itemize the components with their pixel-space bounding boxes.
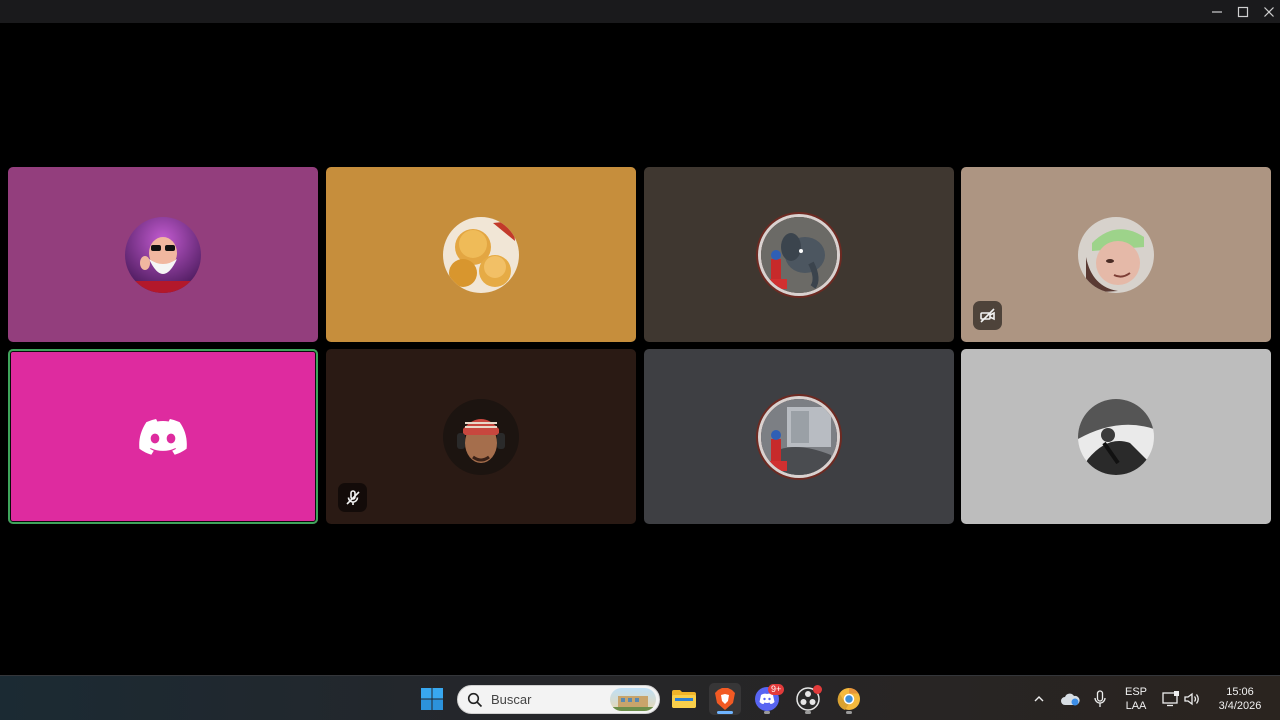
volume-button[interactable] bbox=[1180, 683, 1204, 715]
participant-tile-4[interactable] bbox=[961, 167, 1271, 342]
muted-indicator bbox=[338, 483, 367, 512]
participant-tile-6[interactable] bbox=[326, 349, 636, 524]
search-placeholder: Buscar bbox=[491, 692, 532, 707]
obs-studio-button[interactable] bbox=[792, 683, 824, 715]
network-display-icon bbox=[1162, 691, 1179, 707]
car-interior-avatar bbox=[761, 398, 837, 475]
speaker-icon bbox=[1184, 692, 1199, 706]
search-highlight-image bbox=[610, 688, 656, 711]
participant-tile-8[interactable] bbox=[961, 349, 1271, 524]
active-app-indicator bbox=[717, 711, 733, 714]
call-stage bbox=[0, 23, 1280, 675]
windows-start-icon bbox=[421, 688, 443, 710]
participant-tile-1[interactable] bbox=[8, 167, 318, 342]
close-button[interactable] bbox=[1256, 0, 1280, 23]
maximize-icon bbox=[1237, 6, 1249, 17]
mic-muted-icon bbox=[345, 489, 360, 505]
elephant-cartoon-avatar bbox=[761, 216, 837, 293]
cloud-sync-icon bbox=[1061, 693, 1080, 706]
minimize-icon bbox=[1212, 10, 1222, 13]
search-icon bbox=[467, 692, 483, 707]
running-app-indicator bbox=[805, 711, 811, 714]
video-off-icon bbox=[979, 307, 995, 323]
participant-tile-7[interactable] bbox=[644, 349, 954, 524]
chevron-up-icon bbox=[1034, 696, 1044, 702]
folder-icon bbox=[672, 690, 696, 708]
running-app-indicator bbox=[764, 711, 770, 714]
keyboard-layout: LAA bbox=[1125, 700, 1147, 712]
start-button[interactable] bbox=[416, 683, 448, 715]
minimize-button[interactable] bbox=[1204, 0, 1230, 23]
close-icon bbox=[1264, 6, 1274, 17]
clock-date: 3/4/2026 bbox=[1218, 700, 1262, 712]
clock-time: 15:06 bbox=[1226, 686, 1254, 698]
brave-browser-button[interactable] bbox=[709, 683, 741, 715]
window-titlebar bbox=[0, 0, 1280, 23]
microphone-button[interactable] bbox=[1087, 683, 1113, 715]
headset-man-avatar bbox=[443, 398, 519, 475]
recording-dot-icon bbox=[813, 685, 822, 694]
video-off-indicator bbox=[973, 301, 1002, 330]
taskbar-search[interactable]: Buscar bbox=[457, 685, 660, 714]
input-language-indicator[interactable]: ESP LAA bbox=[1120, 685, 1152, 713]
file-explorer-button[interactable] bbox=[668, 683, 700, 715]
discord-notification-badge: 9+ bbox=[768, 684, 785, 695]
microphone-icon bbox=[1094, 690, 1106, 707]
clock[interactable]: 15:06 3/4/2026 bbox=[1212, 685, 1268, 713]
participant-tile-5[interactable] bbox=[8, 349, 318, 524]
chrome-canary-button[interactable] bbox=[833, 683, 865, 715]
participant-tile-3[interactable] bbox=[644, 167, 954, 342]
bw-photo-avatar bbox=[1078, 398, 1154, 475]
brave-lion-icon bbox=[715, 688, 735, 710]
onedrive-button[interactable] bbox=[1056, 683, 1084, 715]
bread-balls-avatar bbox=[443, 216, 519, 293]
discord-logo-avatar bbox=[139, 418, 187, 455]
chrome-canary-icon bbox=[837, 688, 860, 710]
taskbar: Buscar 9+ ESP LAA 15:06 3/4/2026 bbox=[0, 675, 1280, 720]
green-cap-selfie-avatar bbox=[1078, 216, 1154, 293]
discord-logo-icon bbox=[139, 418, 187, 455]
maximize-button[interactable] bbox=[1230, 0, 1256, 23]
language-code: ESP bbox=[1124, 686, 1147, 698]
participant-tile-2[interactable] bbox=[326, 167, 636, 342]
running-app-indicator bbox=[846, 711, 852, 714]
show-hidden-icons-button[interactable] bbox=[1026, 683, 1052, 715]
old-master-avatar bbox=[125, 216, 201, 293]
discord-button[interactable]: 9+ bbox=[751, 683, 785, 715]
